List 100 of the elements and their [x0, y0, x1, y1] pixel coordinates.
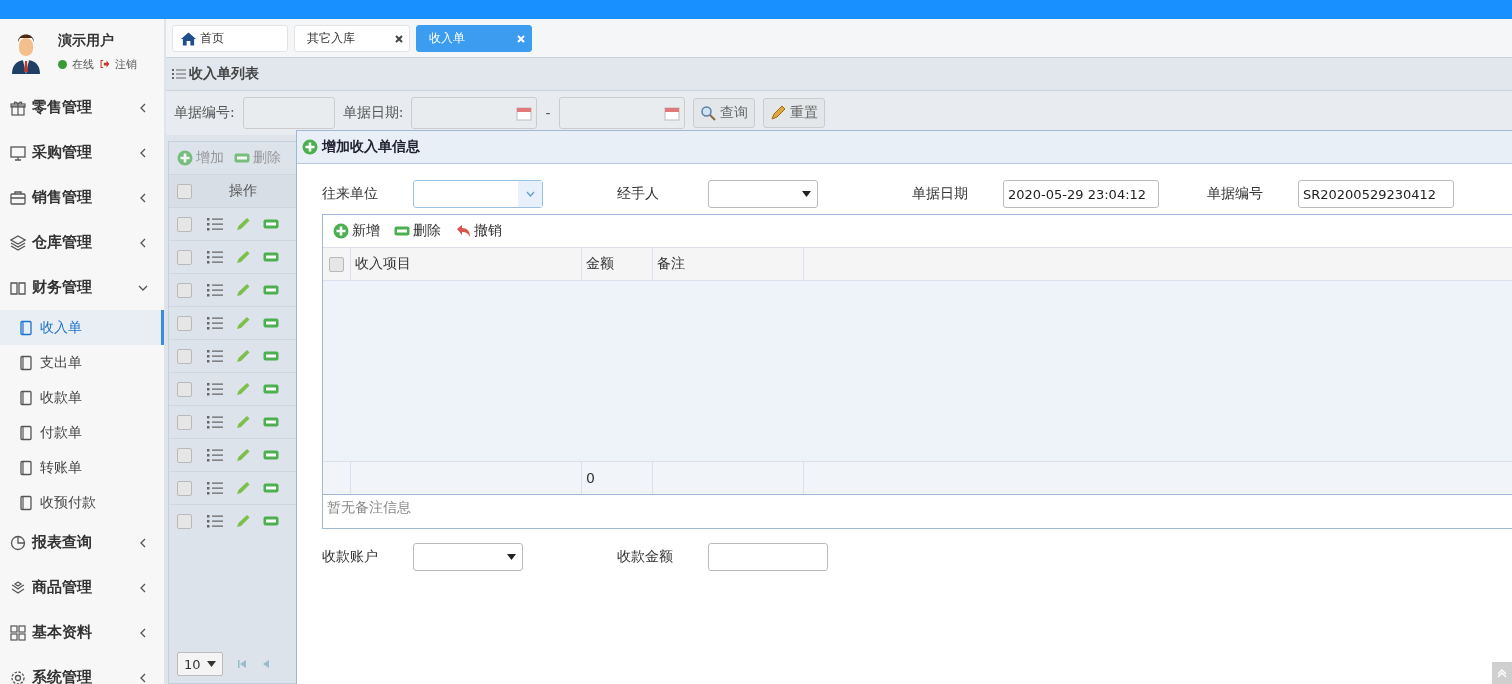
tab[interactable]: 其它入库 — [294, 25, 410, 52]
date-field[interactable] — [411, 97, 538, 129]
checkbox[interactable] — [177, 315, 192, 331]
list-icon[interactable] — [207, 283, 223, 297]
toolbar-button[interactable]: 删除 — [394, 222, 441, 240]
combo-box[interactable] — [413, 180, 543, 208]
submenu-item[interactable]: 收款单 — [0, 380, 164, 415]
search-toolbar-button[interactable]: 重置 — [762, 98, 825, 128]
search-toolbar-button[interactable]: 查询 — [692, 98, 755, 128]
select-field[interactable] — [413, 543, 523, 571]
menu-item[interactable]: 销售管理 — [0, 175, 164, 220]
remarks-field[interactable]: 暂无备注信息 — [322, 495, 1512, 529]
pencil-icon[interactable] — [235, 250, 251, 264]
column-header: 备注 — [653, 248, 804, 280]
remove-icon[interactable] — [263, 217, 279, 231]
checkbox[interactable] — [177, 249, 192, 265]
field-label: 往来单位 — [322, 185, 379, 203]
pencil-icon[interactable] — [235, 217, 251, 231]
home-icon — [181, 31, 196, 46]
pencil-icon[interactable] — [235, 283, 251, 297]
remove-icon[interactable] — [263, 514, 279, 528]
remove-icon[interactable] — [263, 481, 279, 495]
menu-item[interactable]: 基本资料 — [0, 610, 164, 655]
checkbox[interactable] — [177, 381, 192, 397]
menu-item[interactable]: 系统管理 — [0, 655, 164, 684]
page-icon — [18, 389, 34, 406]
list-icon[interactable] — [207, 415, 223, 429]
list-icon[interactable] — [207, 448, 223, 462]
checkbox[interactable] — [177, 216, 192, 232]
input-field[interactable]: 2020-05-29 23:04:12 — [1003, 180, 1159, 208]
close-icon[interactable] — [395, 34, 403, 43]
chevron-left-icon — [138, 582, 148, 593]
field-label: 经手人 — [617, 185, 660, 203]
checkbox[interactable] — [177, 183, 192, 199]
remove-icon[interactable] — [263, 316, 279, 330]
remove-icon[interactable] — [263, 250, 279, 264]
remove-icon[interactable] — [263, 382, 279, 396]
submenu-item[interactable]: 支出单 — [0, 345, 164, 380]
chevron-up-icon — [1497, 668, 1507, 678]
menu-item[interactable]: 报表查询 — [0, 520, 164, 565]
scroll-top-button[interactable] — [1492, 662, 1512, 684]
submenu-item[interactable]: 收预付款 — [0, 485, 164, 520]
page-icon — [18, 424, 34, 441]
status-text: 在线 — [72, 56, 94, 72]
select-field[interactable] — [708, 180, 818, 208]
date-field[interactable] — [558, 97, 685, 129]
input-field[interactable]: SR20200529230412 — [1298, 180, 1454, 208]
remove-icon[interactable] — [263, 349, 279, 363]
pencil-icon[interactable] — [235, 415, 251, 429]
checkbox[interactable] — [177, 447, 192, 463]
first-page-icon[interactable] — [236, 659, 247, 669]
menu-item[interactable]: 采购管理 — [0, 130, 164, 175]
toolbar-button[interactable]: 新增 — [333, 222, 380, 240]
remove-icon[interactable] — [263, 415, 279, 429]
toolbar-button[interactable]: 撤销 — [455, 222, 502, 240]
list-icon[interactable] — [207, 217, 223, 231]
checkbox[interactable] — [177, 414, 192, 430]
checkbox[interactable] — [177, 480, 192, 496]
pencil-icon[interactable] — [235, 448, 251, 462]
list-icon[interactable] — [207, 250, 223, 264]
list-icon[interactable] — [207, 382, 223, 396]
menu-item[interactable]: 商品管理 — [0, 565, 164, 610]
checkbox[interactable] — [177, 282, 192, 298]
menu-item[interactable]: 仓库管理 — [0, 220, 164, 265]
checkbox[interactable] — [177, 348, 192, 364]
input-field[interactable] — [242, 97, 335, 129]
submenu-item[interactable]: 收入单 — [0, 310, 164, 345]
submenu-item[interactable]: 转账单 — [0, 450, 164, 485]
status-dot — [58, 59, 67, 69]
tab[interactable]: 首页 — [172, 25, 288, 52]
list-icon[interactable] — [207, 316, 223, 330]
list-icon[interactable] — [207, 481, 223, 495]
dropdown-arrow-icon — [507, 554, 516, 560]
pencil-icon[interactable] — [235, 382, 251, 396]
pencil-icon[interactable] — [235, 514, 251, 528]
submenu-item[interactable]: 付款单 — [0, 415, 164, 450]
remove-icon[interactable] — [263, 448, 279, 462]
field-label: 单据编号: — [174, 104, 235, 122]
page-icon — [18, 459, 34, 476]
checkbox[interactable] — [329, 256, 344, 272]
menu-item[interactable]: 零售管理 — [0, 85, 164, 130]
pencil-icon[interactable] — [235, 349, 251, 363]
remove-icon[interactable] — [263, 283, 279, 297]
field-label: 收款金额 — [617, 548, 674, 566]
input-field[interactable] — [708, 543, 828, 571]
logout-link[interactable]: 注销 — [115, 56, 137, 72]
user-name: 演示用户 — [58, 31, 115, 50]
chevron-left-icon — [138, 237, 148, 248]
menu-item[interactable]: 财务管理 — [0, 265, 164, 310]
search-icon — [699, 105, 716, 121]
pencil-icon[interactable] — [235, 316, 251, 330]
chevron-left-icon — [138, 147, 148, 158]
pencil-icon[interactable] — [235, 481, 251, 495]
list-icon[interactable] — [207, 349, 223, 363]
page-icon — [18, 319, 34, 336]
list-icon[interactable] — [207, 514, 223, 528]
add-icon — [333, 223, 349, 239]
checkbox[interactable] — [177, 513, 192, 529]
page-size-select[interactable]: 10 — [177, 652, 223, 676]
layers-icon — [10, 234, 26, 251]
